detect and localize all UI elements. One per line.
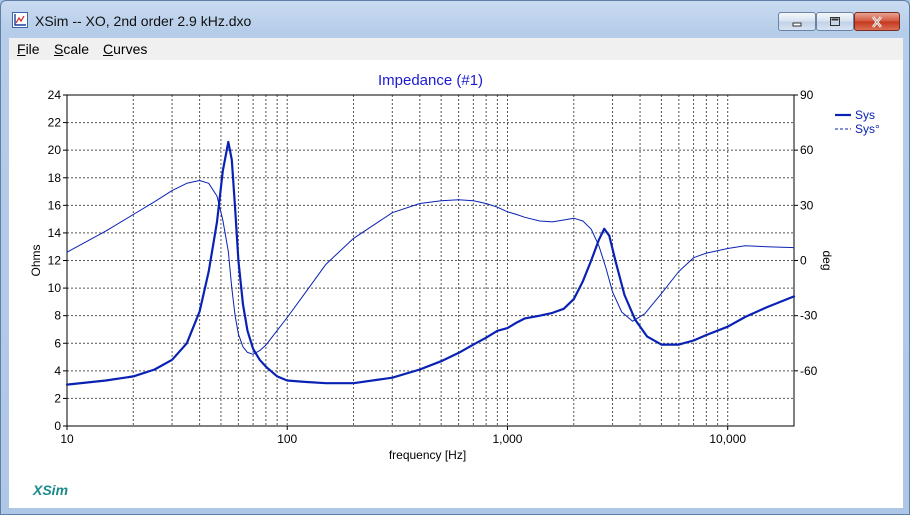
- y-tick-label: 14: [48, 226, 62, 240]
- y2-tick-label: 60: [800, 143, 814, 157]
- y-tick-label: 20: [48, 143, 62, 157]
- y2-tick-label: 0: [800, 254, 807, 268]
- chart-area: 0 2 4 6 8 10 12 14 16 18 20 22 24 -60 -30 0 30 60 90 10 100 1…: [9, 60, 903, 508]
- menu-scale[interactable]: Scale: [54, 41, 89, 57]
- xsim-brand: XSim: [33, 482, 69, 498]
- y-tick-label: 2: [54, 391, 61, 405]
- y-tick-label: 16: [48, 198, 62, 212]
- menu-curves[interactable]: Curves: [103, 41, 147, 57]
- y-tick-label: 24: [48, 88, 62, 102]
- minimize-button[interactable]: [778, 12, 816, 31]
- legend-label: Sys: [855, 108, 875, 122]
- y2-tick-label: -30: [800, 309, 818, 323]
- y-tick-label: 18: [48, 171, 62, 185]
- x-tick-label: 100: [277, 432, 297, 446]
- y-tick-label: 8: [54, 309, 61, 323]
- close-button[interactable]: [854, 12, 900, 31]
- y-tick-label: 10: [48, 281, 62, 295]
- x-tick-label: 10: [60, 432, 74, 446]
- y2-axis-label: deg: [820, 250, 834, 270]
- title-bar[interactable]: XSim -- XO, 2nd order 2.9 kHz.dxo: [1, 1, 909, 37]
- impedance-chart: 024681012141618202224-60-30030609010 100 1…: [29, 72, 880, 462]
- y-tick-label: 12: [48, 254, 62, 268]
- chart-title: Impedance (#1): [378, 72, 483, 89]
- y-axis-label: Ohms: [29, 244, 43, 276]
- menu-bar: File Scale Curves: [9, 38, 903, 60]
- y-tick-label: 0: [54, 419, 61, 433]
- app-window: XSim -- XO, 2nd order 2.9 kHz.dxo File S…: [0, 0, 910, 515]
- x-tick-label: 10,000: [709, 432, 746, 446]
- x-tick-label: 1,000: [492, 432, 522, 446]
- y-tick-label: 4: [54, 364, 61, 378]
- x-axis-label: frequency [Hz]: [389, 448, 466, 462]
- app-icon[interactable]: [12, 12, 28, 28]
- impedance-curve: [65, 140, 796, 386]
- maximize-button[interactable]: [816, 12, 854, 31]
- minimize-icon: [792, 22, 802, 26]
- legend-label: Sys°: [855, 122, 880, 136]
- phase-curve: [66, 180, 795, 355]
- y-tick-label: 6: [54, 336, 61, 350]
- y2-tick-label: 90: [800, 88, 814, 102]
- y2-tick-label: 30: [800, 198, 814, 212]
- y2-tick-label: -60: [800, 364, 818, 378]
- maximize-icon: [830, 17, 840, 26]
- close-icon: [871, 15, 883, 28]
- y-tick-label: 22: [48, 116, 62, 130]
- menu-file[interactable]: File: [17, 41, 40, 57]
- window-title: XSim -- XO, 2nd order 2.9 kHz.dxo: [35, 13, 252, 29]
